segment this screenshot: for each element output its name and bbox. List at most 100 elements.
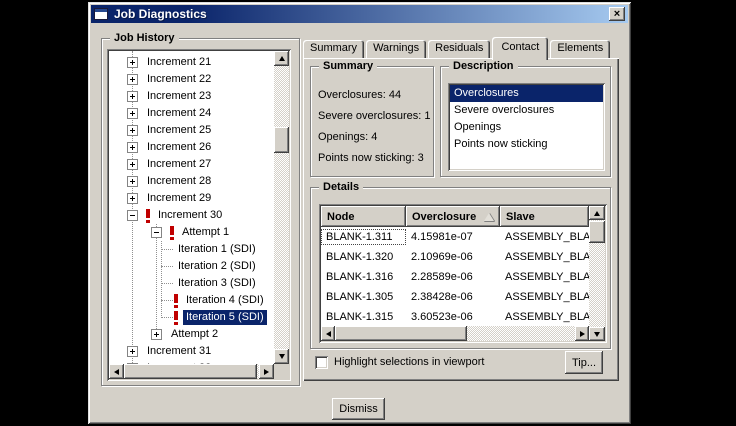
tab-bar: Summary Warnings ResidualsContactElements bbox=[303, 36, 612, 59]
tab-residuals[interactable]: Residuals bbox=[428, 40, 490, 58]
cell-slave[interactable]: ASSEMBLY_BLANK bbox=[500, 229, 589, 245]
tree-item-label: Increment 24 bbox=[144, 106, 214, 121]
tree-expander-plus-icon[interactable] bbox=[127, 363, 138, 364]
scroll-up-button[interactable] bbox=[274, 51, 289, 66]
tree-expander-minus-icon[interactable] bbox=[151, 227, 162, 238]
tree-rows: Increment 21Increment 22Increment 23Incr… bbox=[109, 51, 274, 364]
tree-expander-plus-icon[interactable] bbox=[127, 346, 138, 357]
title-bar[interactable]: Job Diagnostics × bbox=[91, 5, 628, 23]
tree-item-label: Iteration 5 (SDI) bbox=[183, 310, 267, 325]
table-vertical-scrollbar[interactable] bbox=[589, 206, 605, 341]
cell-node[interactable]: BLANK-1.315 bbox=[321, 309, 406, 325]
scroll-right-button[interactable] bbox=[575, 326, 589, 341]
cell-overclosure[interactable]: 2.10969e-06 bbox=[406, 249, 500, 265]
tab-summary[interactable]: Summary bbox=[303, 40, 364, 58]
tab-elements[interactable]: Elements bbox=[550, 40, 610, 58]
scroll-down-button[interactable] bbox=[589, 327, 605, 341]
scroll-down-button[interactable] bbox=[274, 349, 289, 364]
tree-horizontal-scrollbar[interactable] bbox=[109, 364, 274, 379]
column-header-slave[interactable]: Slave bbox=[500, 206, 589, 227]
cell-slave[interactable]: ASSEMBLY_BLANK bbox=[500, 269, 589, 285]
cell-overclosure[interactable]: 3.60523e-06 bbox=[406, 309, 500, 325]
error-exclamation-icon bbox=[174, 294, 178, 308]
tree-item-increment-30[interactable]: Increment 30 bbox=[109, 207, 274, 224]
scrollbar-thumb[interactable] bbox=[274, 127, 289, 153]
cell-node[interactable]: BLANK-1.311 bbox=[321, 229, 406, 245]
tree-item-increment-23[interactable]: Increment 23 bbox=[109, 88, 274, 105]
description-group: Description OverclosuresSevere overclosu… bbox=[440, 66, 611, 177]
tree-item-attempt-2[interactable]: Attempt 2 bbox=[109, 326, 274, 343]
tree-item-iteration-5-sdi[interactable]: Iteration 5 (SDI) bbox=[109, 309, 274, 326]
cell-overclosure[interactable]: 2.38428e-06 bbox=[406, 289, 500, 305]
tree-expander-plus-icon[interactable] bbox=[127, 142, 138, 153]
scroll-right-button[interactable] bbox=[259, 364, 274, 379]
scroll-left-button[interactable] bbox=[109, 364, 124, 379]
tree-item-increment-25[interactable]: Increment 25 bbox=[109, 122, 274, 139]
cell-node[interactable]: BLANK-1.320 bbox=[321, 249, 406, 265]
tree-item-increment-27[interactable]: Increment 27 bbox=[109, 156, 274, 173]
table-row[interactable]: BLANK-1.3202.10969e-06ASSEMBLY_BLANK bbox=[321, 247, 589, 267]
table-row[interactable]: BLANK-1.3153.60523e-06ASSEMBLY_BLANK bbox=[321, 307, 589, 326]
tree-expander-plus-icon[interactable] bbox=[151, 329, 162, 340]
tree-vertical-scrollbar[interactable] bbox=[274, 51, 289, 364]
cell-slave[interactable]: ASSEMBLY_BLANK bbox=[500, 289, 589, 305]
cell-slave[interactable]: ASSEMBLY_BLANK bbox=[500, 249, 589, 265]
tree-item-increment-24[interactable]: Increment 24 bbox=[109, 105, 274, 122]
scrollbar-thumb[interactable] bbox=[124, 364, 257, 379]
tree-expander-plus-icon[interactable] bbox=[127, 91, 138, 102]
scrollbar-thumb[interactable] bbox=[335, 326, 467, 341]
column-header-label: Node bbox=[327, 211, 355, 223]
cell-overclosure[interactable]: 2.28589e-06 bbox=[406, 269, 500, 285]
tree-expander-plus-icon[interactable] bbox=[127, 125, 138, 136]
column-header-node[interactable]: Node bbox=[321, 206, 406, 227]
cell-overclosure[interactable]: 4.15981e-07 bbox=[406, 229, 500, 245]
tab-contact[interactable]: Contact bbox=[492, 37, 548, 60]
description-item-overclosures[interactable]: Overclosures bbox=[450, 85, 603, 102]
tab-label: Warnings bbox=[373, 42, 419, 54]
close-button[interactable]: × bbox=[609, 7, 625, 21]
tree-item-increment-26[interactable]: Increment 26 bbox=[109, 139, 274, 156]
summary-line: Openings: 4 bbox=[318, 131, 431, 144]
tree-expander-minus-icon[interactable] bbox=[127, 210, 138, 221]
tree-expander-plus-icon[interactable] bbox=[127, 74, 138, 85]
highlight-selections-checkbox[interactable] bbox=[315, 356, 328, 369]
arrow-left-icon bbox=[114, 369, 119, 375]
summary-line: Overclosures: 44 bbox=[318, 89, 431, 102]
contact-tab-panel: Summary Overclosures: 44Severe overclosu… bbox=[303, 58, 619, 381]
tree-item-iteration-1-sdi[interactable]: Iteration 1 (SDI) bbox=[109, 241, 274, 258]
tree-item-increment-21[interactable]: Increment 21 bbox=[109, 54, 274, 71]
tree-item-increment-29[interactable]: Increment 29 bbox=[109, 190, 274, 207]
dismiss-button[interactable]: Dismiss bbox=[332, 398, 385, 420]
cell-node[interactable]: BLANK-1.316 bbox=[321, 269, 406, 285]
description-item-points-now-sticking[interactable]: Points now sticking bbox=[450, 136, 603, 153]
description-item-severe-overclosures[interactable]: Severe overclosures bbox=[450, 102, 603, 119]
tree-expander-plus-icon[interactable] bbox=[127, 176, 138, 187]
tree-item-increment-31[interactable]: Increment 31 bbox=[109, 343, 274, 360]
scroll-up-button[interactable] bbox=[589, 206, 605, 220]
description-item-openings[interactable]: Openings bbox=[450, 119, 603, 136]
column-header-overclosure[interactable]: Overclosure bbox=[406, 206, 500, 227]
table-horizontal-scrollbar[interactable] bbox=[321, 326, 589, 341]
tree-item-increment-22[interactable]: Increment 22 bbox=[109, 71, 274, 88]
tree-item-attempt-1[interactable]: Attempt 1 bbox=[109, 224, 274, 241]
tree-item-iteration-2-sdi[interactable]: Iteration 2 (SDI) bbox=[109, 258, 274, 275]
tip-button[interactable]: Tip... bbox=[565, 351, 603, 374]
scroll-left-button[interactable] bbox=[321, 326, 335, 341]
tree-expander-plus-icon[interactable] bbox=[127, 159, 138, 170]
scrollbar-thumb[interactable] bbox=[589, 221, 605, 243]
tree-expander-plus-icon[interactable] bbox=[127, 57, 138, 68]
cell-slave[interactable]: ASSEMBLY_BLANK bbox=[500, 309, 589, 325]
tree-expander-plus-icon[interactable] bbox=[127, 193, 138, 204]
table-row[interactable]: BLANK-1.3162.28589e-06ASSEMBLY_BLANK bbox=[321, 267, 589, 287]
tree-expander-plus-icon[interactable] bbox=[127, 108, 138, 119]
tab-warnings[interactable]: Warnings bbox=[366, 40, 426, 58]
tree-item-iteration-3-sdi[interactable]: Iteration 3 (SDI) bbox=[109, 275, 274, 292]
tree-item-label: Increment 25 bbox=[144, 123, 214, 138]
cell-node[interactable]: BLANK-1.305 bbox=[321, 289, 406, 305]
table-row[interactable]: BLANK-1.3114.15981e-07ASSEMBLY_BLANK bbox=[321, 227, 589, 247]
table-header-row: Node OverclosureSlave bbox=[321, 206, 589, 227]
tree-item-increment-28[interactable]: Increment 28 bbox=[109, 173, 274, 190]
table-row[interactable]: BLANK-1.3052.38428e-06ASSEMBLY_BLANK bbox=[321, 287, 589, 307]
tree-item-label: Increment 30 bbox=[155, 208, 225, 223]
tree-item-iteration-4-sdi[interactable]: Iteration 4 (SDI) bbox=[109, 292, 274, 309]
